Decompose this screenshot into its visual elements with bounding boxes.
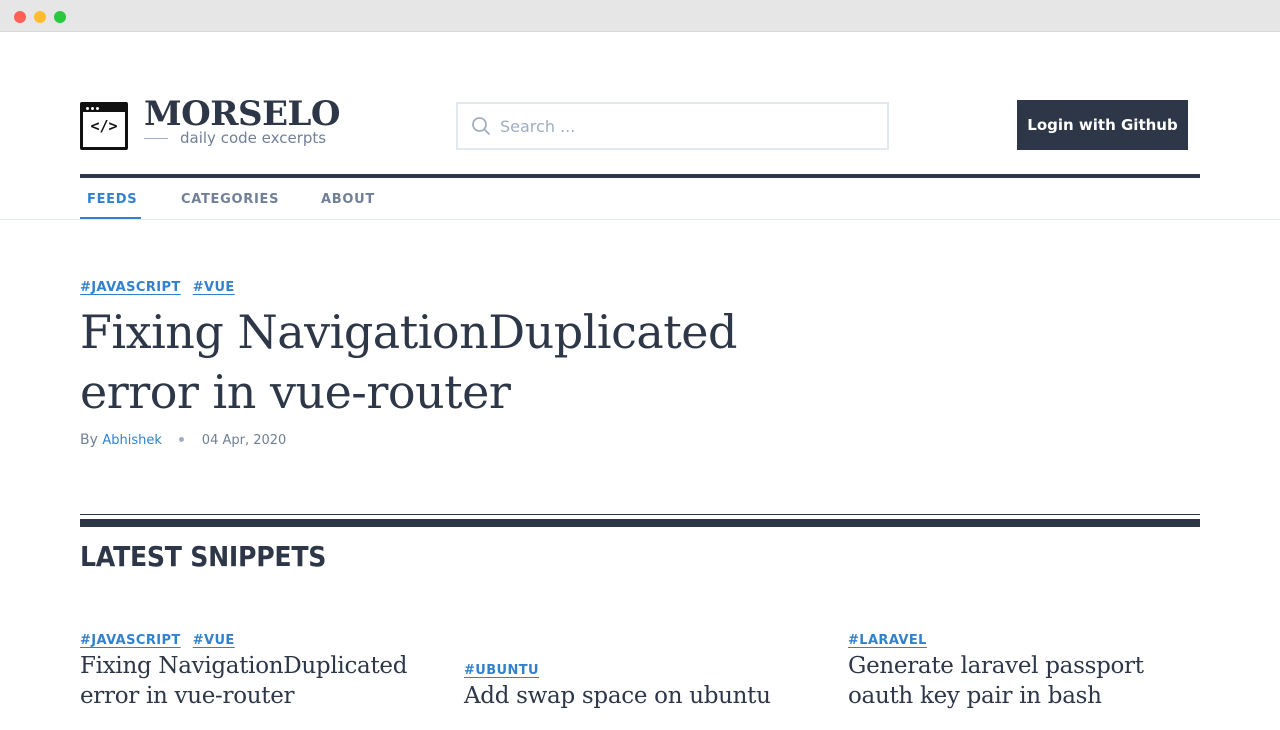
header-rule <box>80 174 1200 178</box>
logo-glyph: </> <box>90 117 118 135</box>
tag-link[interactable]: #JAVASCRIPT <box>80 633 181 648</box>
snippet-tags: #JAVASCRIPT #VUE <box>80 629 432 649</box>
brand-name[interactable]: MORSELO <box>144 94 341 134</box>
maximize-window-button[interactable] <box>54 11 66 23</box>
tag-link[interactable]: #UBUNTU <box>464 663 539 678</box>
search-input[interactable] <box>500 104 880 148</box>
tag-link[interactable]: #JAVASCRIPT <box>80 280 181 295</box>
featured-tags: #JAVASCRIPT #VUE <box>80 276 247 295</box>
minimize-window-button[interactable] <box>34 11 46 23</box>
login-github-button[interactable]: Login with Github <box>1017 100 1188 150</box>
latest-snippets-heading: LATEST SNIPPETS <box>80 540 327 573</box>
by-label: By <box>80 432 98 448</box>
code-window-logo-icon[interactable]: </> <box>80 102 128 150</box>
author-link[interactable]: Abhishek <box>102 433 162 448</box>
featured-post-title[interactable]: Fixing NavigationDuplicated error in vue… <box>80 302 800 422</box>
tag-link[interactable]: #LARAVEL <box>848 633 927 648</box>
section-rule-thin <box>80 514 1200 515</box>
section-rule-thick <box>80 519 1200 527</box>
snippet-card: #LARAVEL Generate laravel passport oauth… <box>848 629 1200 711</box>
search-box[interactable] <box>456 102 889 150</box>
meta-separator <box>179 436 185 442</box>
snippet-title[interactable]: Generate laravel passport oauth key pair… <box>848 651 1200 711</box>
snippet-title[interactable]: Fixing NavigationDuplicated error in vue… <box>80 651 432 711</box>
post-date: 04 Apr, 2020 <box>201 433 287 448</box>
window-titlebar <box>0 0 1280 32</box>
tag-link[interactable]: #VUE <box>193 280 235 295</box>
nav-divider <box>0 219 1280 220</box>
snippet-card: #JAVASCRIPT #VUE Fixing NavigationDuplica… <box>80 629 432 711</box>
brand-tagline: daily code excerpts <box>180 129 327 147</box>
snippet-tags: #UBUNTU <box>464 659 816 679</box>
nav-item-about[interactable]: ABOUT <box>321 192 375 207</box>
snippet-card: #UBUNTU Add swap space on ubuntu <box>464 659 816 711</box>
search-icon <box>472 117 490 135</box>
tag-link[interactable]: #VUE <box>193 633 235 648</box>
tagline-dash <box>144 138 168 139</box>
main-nav: FEEDS CATEGORIES ABOUT <box>80 180 1200 219</box>
featured-post-meta: By Abhishek 04 Apr, 2020 <box>80 432 286 448</box>
nav-item-feeds[interactable]: FEEDS <box>87 192 137 207</box>
snippet-title[interactable]: Add swap space on ubuntu <box>464 681 816 711</box>
snippet-tags: #LARAVEL <box>848 629 1200 649</box>
close-window-button[interactable] <box>14 11 26 23</box>
nav-item-categories[interactable]: CATEGORIES <box>181 192 279 207</box>
